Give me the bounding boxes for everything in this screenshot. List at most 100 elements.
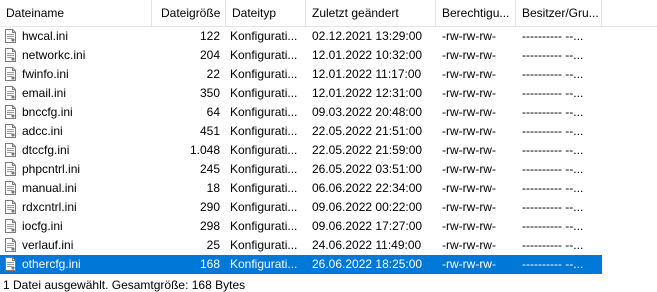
file-owner: ---------- --... <box>522 67 584 81</box>
ini-file-icon <box>5 181 16 195</box>
file-type: Konfigurati... <box>230 29 298 43</box>
column-header-permissions[interactable]: Berechtigu... <box>436 0 516 26</box>
file-modified: 12.01.2022 11:17:00 <box>312 67 422 81</box>
file-row[interactable]: email.ini 350 Konfigurati... 12.01.2022 12:… <box>0 84 657 103</box>
file-owner: ---------- --... <box>522 181 584 195</box>
file-name: phpcntrl.ini <box>22 162 81 176</box>
file-permissions: -rw-rw-rw- <box>442 105 496 119</box>
file-size: 350 <box>199 86 220 100</box>
file-owner: ---------- --... <box>522 200 584 214</box>
file-permissions: -rw-rw-rw- <box>442 162 496 176</box>
file-row[interactable]: networkc.ini 204 Konfigurati... 12.01.2022 … <box>0 46 657 65</box>
file-owner: ---------- --... <box>522 257 584 271</box>
ini-file-icon <box>5 238 16 252</box>
file-modified: 22.05.2022 21:59:00 <box>312 143 423 157</box>
file-size: 451 <box>199 124 220 138</box>
file-modified: 26.06.2022 18:25:00 <box>312 257 423 271</box>
file-type: Konfigurati... <box>230 105 298 119</box>
ini-file-icon <box>5 219 16 233</box>
file-type: Konfigurati... <box>230 143 298 157</box>
file-modified: 09.06.2022 17:27:00 <box>312 219 423 233</box>
column-header-owner[interactable]: Besitzer/Gru... <box>516 0 602 26</box>
file-size: 204 <box>199 48 220 62</box>
file-modified: 12.01.2022 10:32:00 <box>312 48 423 62</box>
file-name: email.ini <box>22 86 67 100</box>
file-owner: ---------- --... <box>522 124 584 138</box>
file-modified: 02.12.2021 13:29:00 <box>312 29 423 43</box>
file-row[interactable]: fwinfo.ini 22 Konfigurati... 12.01.2022 11:… <box>0 65 657 84</box>
file-owner: ---------- --... <box>522 238 584 252</box>
file-name: dtccfg.ini <box>22 143 70 157</box>
file-permissions: -rw-rw-rw- <box>442 257 496 271</box>
file-size: 18 <box>206 181 220 195</box>
file-type: Konfigurati... <box>230 124 298 138</box>
file-size: 290 <box>199 200 220 214</box>
file-size: 22 <box>206 67 220 81</box>
file-size: 298 <box>199 219 220 233</box>
file-size: 64 <box>206 105 220 119</box>
file-modified: 12.01.2022 12:31:00 <box>312 86 423 100</box>
file-owner: ---------- --... <box>522 86 584 100</box>
file-type: Konfigurati... <box>230 200 298 214</box>
file-size: 25 <box>206 238 220 252</box>
file-permissions: -rw-rw-rw- <box>442 86 496 100</box>
file-row[interactable]: adcc.ini 451 Konfigurati... 22.05.2022 21:5… <box>0 122 657 141</box>
file-owner: ---------- --... <box>522 219 584 233</box>
file-modified: 09.03.2022 20:48:00 <box>312 105 423 119</box>
file-owner: ---------- --... <box>522 105 584 119</box>
ini-file-icon <box>5 124 16 138</box>
file-name: manual.ini <box>22 181 77 195</box>
file-size: 168 <box>199 257 220 271</box>
file-row[interactable]: bnccfg.ini 64 Konfigurati... 09.03.2022 20:… <box>0 103 657 122</box>
column-header-size[interactable]: Dateigröße <box>152 0 226 26</box>
file-permissions: -rw-rw-rw- <box>442 124 496 138</box>
file-size: 245 <box>199 162 220 176</box>
ini-file-icon <box>5 200 16 214</box>
file-modified: 24.06.2022 11:49:00 <box>312 238 422 252</box>
file-size: 122 <box>199 29 220 43</box>
file-permissions: -rw-rw-rw- <box>442 67 496 81</box>
column-header-name[interactable]: Dateiname <box>0 0 152 26</box>
file-name: iocfg.ini <box>22 219 63 233</box>
file-type: Konfigurati... <box>230 86 298 100</box>
file-type: Konfigurati... <box>230 67 298 81</box>
file-permissions: -rw-rw-rw- <box>442 219 496 233</box>
ini-file-icon <box>5 257 16 271</box>
file-row[interactable]: verlauf.ini 25 Konfigurati... 24.06.2022 11… <box>0 236 657 255</box>
column-header-modified[interactable]: Zuletzt geändert <box>306 0 436 26</box>
column-header-type[interactable]: Dateityp <box>226 0 306 26</box>
file-owner: ---------- --... <box>522 48 584 62</box>
file-owner: ---------- --... <box>522 29 584 43</box>
file-owner: ---------- --... <box>522 162 584 176</box>
file-owner: ---------- --... <box>522 143 584 157</box>
file-modified: 26.05.2022 03:51:00 <box>312 162 423 176</box>
ini-file-icon <box>5 143 16 157</box>
file-permissions: -rw-rw-rw- <box>442 200 496 214</box>
file-permissions: -rw-rw-rw- <box>442 238 496 252</box>
file-permissions: -rw-rw-rw- <box>442 143 496 157</box>
ini-file-icon <box>5 86 16 100</box>
file-name: adcc.ini <box>22 124 63 138</box>
file-row[interactable]: iocfg.ini 298 Konfigurati... 09.06.2022 17:… <box>0 217 657 236</box>
file-row[interactable]: hwcal.ini 122 Konfigurati... 02.12.2021 13:… <box>0 27 657 46</box>
file-name: fwinfo.ini <box>22 67 69 81</box>
file-row[interactable]: rdxcntrl.ini 290 Konfigurati... 09.06.2022 … <box>0 198 657 217</box>
file-name: hwcal.ini <box>22 29 69 43</box>
file-row[interactable]: dtccfg.ini 1.048 Konfigurati... 22.05.2022 … <box>0 141 657 160</box>
ini-file-icon <box>5 29 16 43</box>
file-name: rdxcntrl.ini <box>22 200 77 214</box>
file-permissions: -rw-rw-rw- <box>442 181 496 195</box>
file-type: Konfigurati... <box>230 162 298 176</box>
file-size: 1.048 <box>189 143 220 157</box>
ini-file-icon <box>5 162 16 176</box>
file-permissions: -rw-rw-rw- <box>442 29 496 43</box>
file-name: verlauf.ini <box>22 238 74 252</box>
file-row[interactable]: manual.ini 18 Konfigurati... 06.06.2022 22:… <box>0 179 657 198</box>
file-type: Konfigurati... <box>230 181 298 195</box>
ini-file-icon <box>5 105 16 119</box>
file-row[interactable]: phpcntrl.ini 245 Konfigurati... 26.05.2022 … <box>0 160 657 179</box>
file-name: othercfg.ini <box>22 257 81 271</box>
file-row[interactable]: othercfg.ini 168 Konfigurati... 26.06.2022 … <box>0 255 657 274</box>
file-type: Konfigurati... <box>230 238 298 252</box>
file-permissions: -rw-rw-rw- <box>442 48 496 62</box>
